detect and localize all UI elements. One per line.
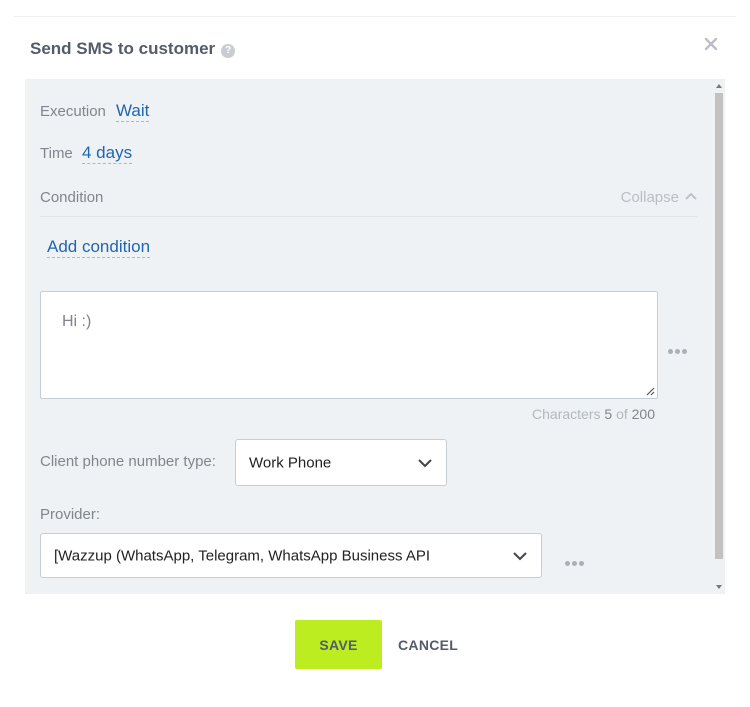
counter-count: 5 bbox=[604, 406, 613, 422]
chevron-down-icon bbox=[513, 551, 527, 560]
chevron-down-icon bbox=[418, 458, 432, 467]
provider-select[interactable]: [Wazzup (WhatsApp, Telegram, WhatsApp Bu… bbox=[40, 533, 542, 578]
dialog-title: Send SMS to customer? bbox=[30, 39, 236, 59]
sms-dialog: Send SMS to customer? Execution Wait Tim… bbox=[14, 16, 736, 701]
dialog-title-text: Send SMS to customer bbox=[30, 39, 216, 58]
phone-type-value: Work Phone bbox=[249, 454, 332, 471]
message-more-icon[interactable] bbox=[668, 341, 690, 354]
scroll-up-arrow-icon[interactable] bbox=[715, 83, 723, 89]
execution-value-link[interactable]: Wait bbox=[116, 101, 150, 122]
add-condition-link[interactable]: Add condition bbox=[47, 237, 151, 258]
scrollbar-thumb[interactable] bbox=[715, 93, 723, 559]
provider-more-icon[interactable] bbox=[565, 553, 587, 566]
close-icon[interactable] bbox=[702, 35, 720, 53]
collapse-toggle[interactable]: Collapse bbox=[621, 189, 697, 206]
chevron-up-icon bbox=[685, 192, 697, 200]
phone-type-select[interactable]: Work Phone bbox=[235, 439, 447, 486]
help-icon[interactable]: ? bbox=[221, 44, 236, 58]
settings-panel: Execution Wait Time 4 days Condition Col… bbox=[25, 79, 725, 594]
counter-of: of bbox=[616, 406, 628, 422]
execution-label: Execution bbox=[40, 103, 106, 120]
provider-value: [Wazzup (WhatsApp, Telegram, WhatsApp Bu… bbox=[54, 547, 430, 564]
time-value-link[interactable]: 4 days bbox=[82, 143, 133, 164]
cancel-button[interactable]: CANCEL bbox=[398, 637, 458, 653]
save-button[interactable]: SAVE bbox=[295, 620, 382, 669]
resize-handle-icon[interactable] bbox=[645, 386, 655, 396]
condition-label: Condition bbox=[40, 189, 104, 206]
message-textarea[interactable]: Hi :) bbox=[40, 291, 658, 399]
provider-label: Provider: bbox=[40, 506, 101, 523]
condition-header: Condition Collapse bbox=[40, 189, 697, 217]
character-counter: Characters 5 of 200 bbox=[532, 406, 655, 422]
collapse-label: Collapse bbox=[620, 189, 679, 206]
message-text: Hi :) bbox=[62, 313, 92, 330]
scroll-down-arrow-icon[interactable] bbox=[715, 584, 723, 590]
time-label: Time bbox=[40, 145, 73, 162]
phone-type-label: Client phone number type: bbox=[40, 453, 216, 470]
counter-label: Characters bbox=[532, 406, 601, 422]
counter-max: 200 bbox=[631, 406, 655, 422]
panel-scrollbar[interactable] bbox=[713, 79, 723, 594]
